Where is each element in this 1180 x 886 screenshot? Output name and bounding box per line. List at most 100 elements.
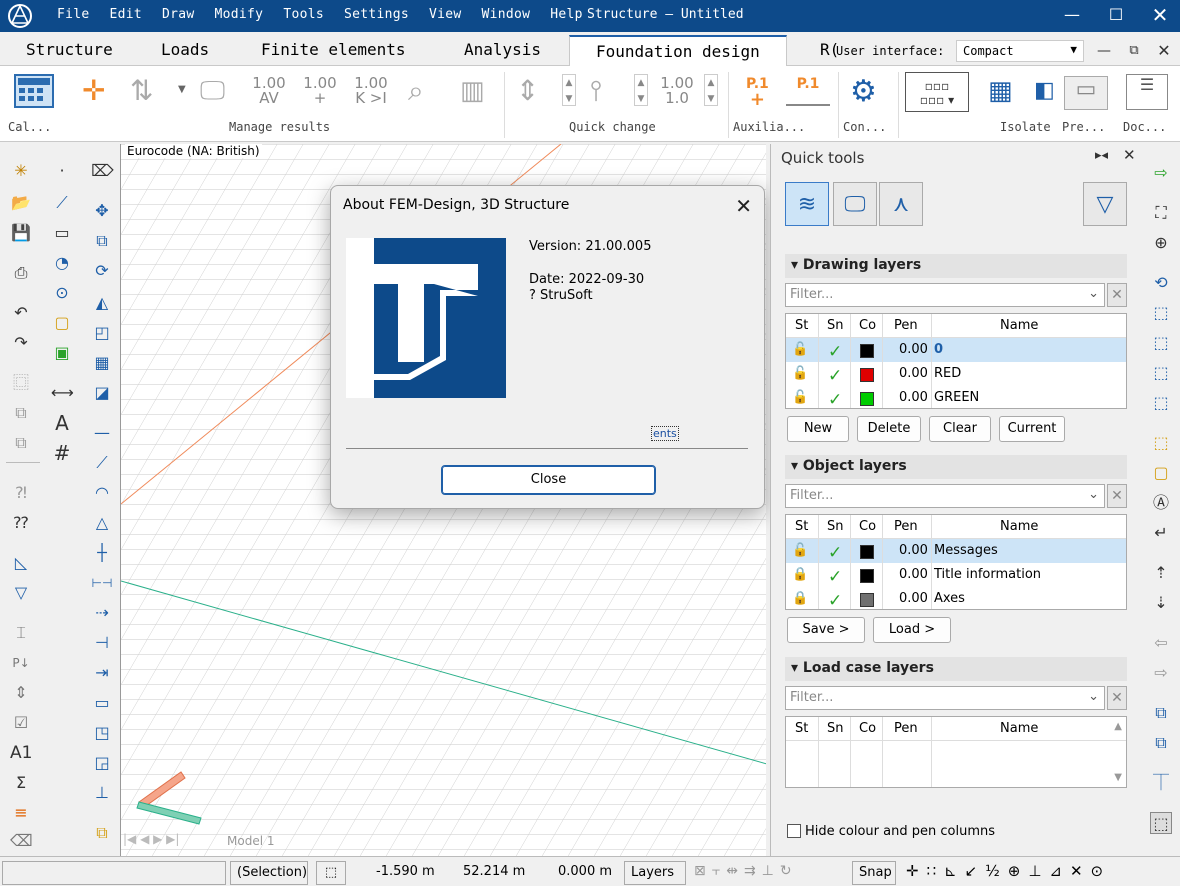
scale-icon[interactable]: ◰ bbox=[91, 322, 113, 344]
wall-icon[interactable]: ◲ bbox=[91, 752, 113, 774]
result-scale-button-1[interactable]: 1.00 AV bbox=[252, 76, 286, 106]
drawing-layers-filter[interactable]: Filter... ⌄ bbox=[785, 283, 1105, 307]
constraint-icons[interactable]: ⊠⫟⇹⇉⊥↻ bbox=[694, 863, 798, 879]
open-folder-icon[interactable]: 📂 bbox=[10, 192, 32, 214]
snap-mode-icons[interactable]: ✛∷⊾↙½⊕⊥⊿✕⊙ bbox=[906, 862, 1111, 880]
return-icon[interactable]: ↵ bbox=[1150, 522, 1172, 544]
region-icon[interactable]: ▢ bbox=[51, 312, 73, 334]
rotate-icon[interactable]: ⟳ bbox=[91, 260, 113, 282]
frame-icon[interactable]: ▭ bbox=[91, 692, 113, 714]
zoom-extents-icon[interactable]: ⛶ bbox=[1150, 202, 1172, 224]
box-view-icon[interactable]: ⬚ bbox=[1150, 432, 1172, 454]
pin-icon[interactable]: ▸◂ bbox=[1095, 148, 1108, 163]
view-cube-icon[interactable]: ⬚ bbox=[1150, 302, 1172, 324]
clear-filter-icon[interactable]: ✕ bbox=[1107, 484, 1127, 508]
text-frame-icon[interactable]: Ⓐ bbox=[1150, 492, 1172, 514]
eraser-icon[interactable]: ⌫ bbox=[10, 830, 33, 852]
view-front-icon[interactable]: ⬚ bbox=[1150, 332, 1172, 354]
model-tab[interactable]: Model 1 bbox=[227, 834, 274, 848]
object-layers-filter[interactable]: Filter... ⌄ bbox=[785, 484, 1105, 508]
result-scale-button-2[interactable]: 1.00 + bbox=[303, 76, 337, 106]
scroll-up-icon[interactable]: ▲ bbox=[1114, 721, 1122, 732]
query-icon[interactable]: ⁈ bbox=[10, 482, 32, 504]
prev-view-icon[interactable]: ⇦ bbox=[1150, 632, 1172, 654]
menu-draw[interactable]: Draw bbox=[162, 7, 195, 22]
table-row[interactable]: 🔒 ✓ 0.00 Axes bbox=[786, 587, 1126, 609]
table-row[interactable]: 🔓 ✓ 0.00 Messages bbox=[786, 539, 1126, 563]
load-case-layers-header[interactable]: ▾ Load case layers bbox=[785, 657, 1127, 681]
result-scale-button-3[interactable]: 1.00 K >I bbox=[354, 76, 388, 106]
paste-icon[interactable]: ⧉ bbox=[10, 432, 32, 454]
color-swatch[interactable] bbox=[860, 593, 874, 607]
menu-settings[interactable]: Settings bbox=[344, 7, 409, 22]
save-layers-button[interactable]: Save > bbox=[787, 617, 865, 643]
unlock-icon[interactable]: 🔓 bbox=[792, 366, 808, 381]
circle-icon[interactable]: ⊙ bbox=[51, 282, 73, 304]
p1-line-button[interactable]: P.1 bbox=[786, 76, 830, 106]
table-row[interactable]: 🔓 ✓ 0.00 GREEN bbox=[786, 386, 1126, 408]
ribbon-restore-icon[interactable]: ⧉ bbox=[1122, 40, 1146, 62]
save-icon[interactable]: 💾 bbox=[10, 222, 32, 244]
minimize-icon[interactable]: — bbox=[1060, 4, 1084, 26]
rectangle-icon[interactable]: ▭ bbox=[51, 222, 73, 244]
table-row[interactable]: 🔒 ✓ 0.00 Title information bbox=[786, 563, 1126, 587]
query-2-icon[interactable]: ⁇ bbox=[10, 512, 32, 534]
clear-filter-icon[interactable]: ✕ bbox=[1107, 283, 1127, 307]
sort-arrows-icon[interactable]: ⇅ bbox=[130, 74, 153, 107]
erase-icon[interactable]: ⌦ bbox=[91, 160, 114, 182]
move-down-icon[interactable]: ⇣ bbox=[1150, 592, 1172, 614]
perspective-icon[interactable]: ⬚ bbox=[1150, 812, 1172, 834]
orbit-icon[interactable]: ⟲ bbox=[1150, 272, 1172, 294]
preview-icon[interactable]: ▭ bbox=[1064, 76, 1108, 110]
color-swatch[interactable] bbox=[860, 344, 874, 358]
new-file-icon[interactable]: ✳ bbox=[10, 160, 32, 182]
menu-view[interactable]: View bbox=[429, 7, 462, 22]
check-icon[interactable]: ✓ bbox=[828, 366, 842, 386]
check-icon[interactable]: ✓ bbox=[828, 543, 842, 563]
load-layers-button[interactable]: Load > bbox=[873, 617, 951, 643]
cube-icon[interactable]: ⬚ bbox=[316, 861, 346, 885]
acknowledgements-link[interactable]: ents bbox=[651, 426, 679, 441]
axis-tool-icon[interactable]: ⊥ bbox=[91, 782, 113, 804]
clear-layer-button[interactable]: Clear bbox=[929, 416, 991, 442]
unlock-icon[interactable]: 🔓 bbox=[792, 342, 808, 357]
check-icon[interactable]: ✓ bbox=[828, 567, 842, 587]
p1-icon[interactable]: P↓ bbox=[10, 652, 32, 674]
copy-object-icon[interactable]: ⧉ bbox=[91, 230, 113, 252]
check-icon[interactable]: ✓ bbox=[828, 591, 842, 609]
add-p1-button[interactable]: P.1 + bbox=[746, 76, 769, 109]
dimension-line-icon[interactable]: ⟷ bbox=[51, 382, 74, 404]
group-icon[interactable]: ⧉ bbox=[91, 822, 113, 844]
gear-icon[interactable]: ⚙ bbox=[850, 74, 877, 109]
tab-finite-elements[interactable]: Finite elements bbox=[261, 40, 406, 59]
view-side-icon[interactable]: ⬚ bbox=[1150, 362, 1172, 384]
drawing-layers-header[interactable]: ▾ Drawing layers bbox=[785, 254, 1127, 278]
document-icon[interactable]: ☰ bbox=[1126, 74, 1168, 110]
current-layer-button[interactable]: Current bbox=[999, 416, 1065, 442]
add-result-icon[interactable]: ✛ bbox=[82, 74, 105, 107]
spinner-icon-3[interactable]: ▲ ▼ bbox=[704, 74, 718, 106]
ribbon-minimize-icon[interactable]: — bbox=[1092, 40, 1116, 62]
filter-icon[interactable]: ▽ bbox=[10, 582, 32, 604]
triangle-icon[interactable]: ◺ bbox=[10, 552, 32, 574]
mirror-icon[interactable]: ◭ bbox=[91, 292, 113, 314]
panel-close-icon[interactable]: ✕ bbox=[1123, 146, 1136, 164]
filter-funnel-icon[interactable]: ▽ bbox=[1083, 182, 1127, 226]
split-icon[interactable]: ⊣ bbox=[91, 632, 113, 654]
level-icon[interactable]: ⇕ bbox=[10, 682, 32, 704]
spinner-icon[interactable]: ▲ ▼ bbox=[562, 74, 576, 106]
layers-button[interactable]: Layers bbox=[624, 861, 686, 885]
scroll-down-icon[interactable]: ▼ bbox=[1114, 772, 1122, 783]
dimension-icon[interactable]: ⌶ bbox=[10, 622, 32, 644]
next-view-icon[interactable]: ⇨ bbox=[1150, 662, 1172, 684]
redo-icon[interactable]: ↷ bbox=[10, 332, 32, 354]
cut-icon[interactable]: ⿴ bbox=[10, 372, 32, 394]
hide-colour-checkbox[interactable] bbox=[787, 824, 801, 838]
color-swatch[interactable] bbox=[860, 545, 874, 559]
tab-structure[interactable]: Structure bbox=[26, 40, 113, 59]
move-up-icon[interactable]: ⇡ bbox=[1150, 562, 1172, 584]
grid-layout-icon[interactable]: ▫▫▫ ▫▫▫ ▾ bbox=[905, 72, 969, 112]
array-icon[interactable]: ▦ bbox=[91, 352, 113, 374]
extend-icon[interactable]: ⇥ bbox=[91, 662, 113, 684]
close-window-icon[interactable]: ✕ bbox=[1148, 4, 1172, 26]
